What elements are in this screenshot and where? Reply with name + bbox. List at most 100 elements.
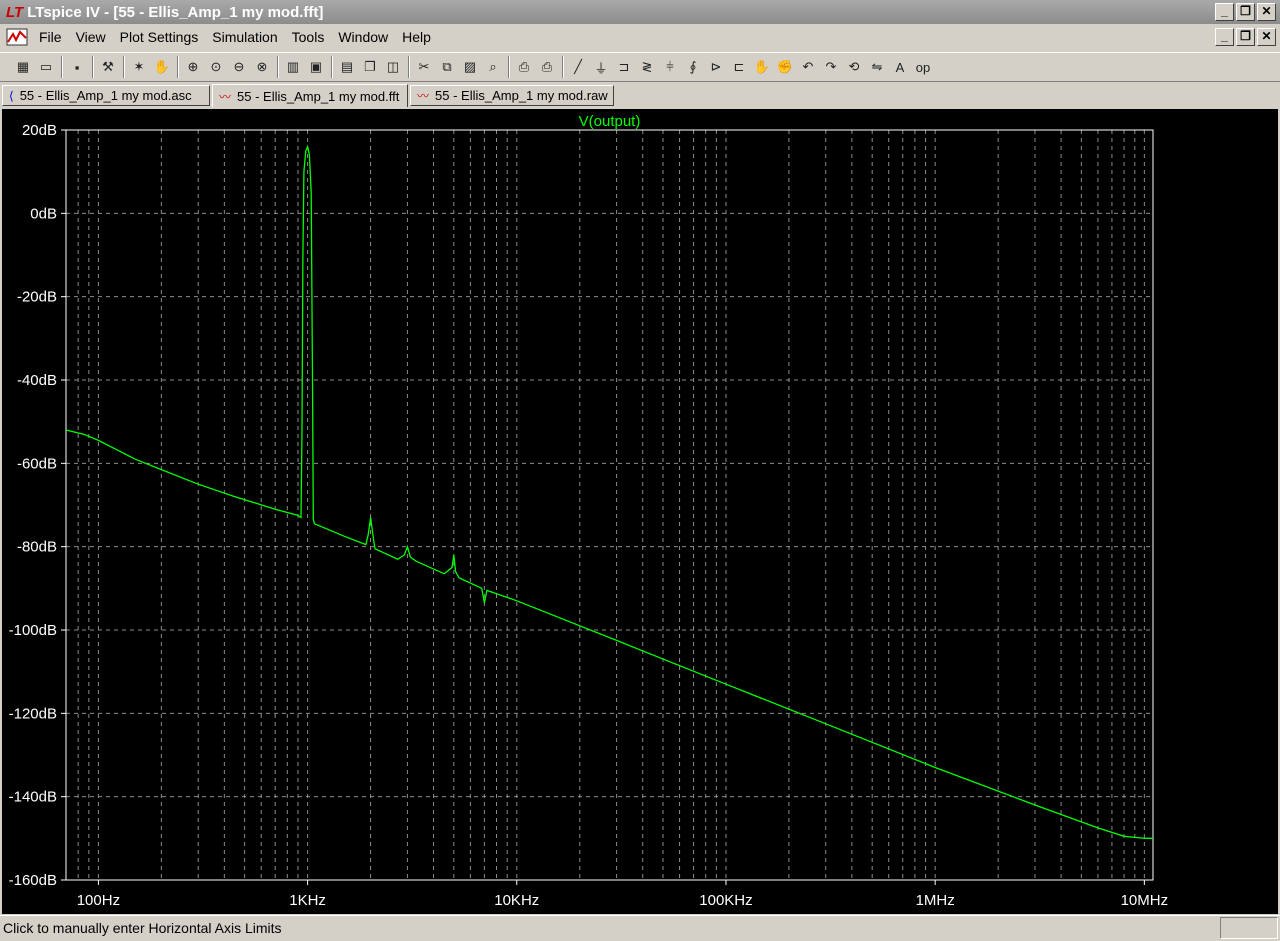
halt-icon[interactable]: ✋ bbox=[151, 56, 173, 78]
inductor-icon[interactable]: ∮ bbox=[682, 56, 704, 78]
waveform-icon: 〰 bbox=[417, 89, 430, 103]
zoom-in-icon[interactable]: ⊕ bbox=[182, 56, 204, 78]
status-panel bbox=[1220, 917, 1278, 939]
document-controls: _ ❐ ✕ bbox=[1215, 28, 1276, 46]
diode-icon[interactable]: ⊳ bbox=[705, 56, 727, 78]
drag-icon[interactable]: ✊ bbox=[774, 56, 796, 78]
y-tick-label: 0dB bbox=[30, 205, 57, 222]
menu-view[interactable]: View bbox=[69, 29, 113, 45]
new-schematic-icon[interactable]: ▦ bbox=[12, 56, 34, 78]
x-tick-label: 1KHz bbox=[289, 892, 326, 909]
tab-asc-label: 55 - Ellis_Amp_1 my mod.asc bbox=[19, 88, 192, 103]
save-icon[interactable]: ▪ bbox=[66, 56, 88, 78]
text-icon[interactable]: A bbox=[889, 56, 911, 78]
cascade-icon[interactable]: ❐ bbox=[359, 56, 381, 78]
x-tick-label: 100Hz bbox=[77, 892, 120, 909]
cut-icon[interactable]: ✂ bbox=[413, 56, 435, 78]
open-icon[interactable]: ▭ bbox=[35, 56, 57, 78]
tab-raw[interactable]: 〰 55 - Ellis_Amp_1 my mod.raw bbox=[410, 85, 614, 106]
tab-fft[interactable]: 〰 55 - Ellis_Amp_1 my mod.fft bbox=[212, 84, 408, 107]
find-icon[interactable]: ⌕ bbox=[482, 56, 504, 78]
toolbar-separator bbox=[331, 56, 333, 78]
y-tick-label: -100dB bbox=[9, 622, 57, 639]
move-icon[interactable]: ✋ bbox=[751, 56, 773, 78]
zoom-cancel-icon[interactable]: ⊗ bbox=[251, 56, 273, 78]
resistor-icon[interactable]: ≷ bbox=[636, 56, 658, 78]
y-tick-label: -40dB bbox=[17, 372, 57, 389]
status-bar: Click to manually enter Horizontal Axis … bbox=[0, 915, 1280, 941]
toolbar-separator bbox=[277, 56, 279, 78]
y-tick-label: -120dB bbox=[9, 705, 57, 722]
ground-icon[interactable]: ⏚ bbox=[590, 56, 612, 78]
waveform-doc-icon[interactable] bbox=[6, 28, 28, 46]
toolbar-separator bbox=[123, 56, 125, 78]
grid-icon[interactable]: ▣ bbox=[305, 56, 327, 78]
x-tick-label: 10MHz bbox=[1121, 892, 1169, 909]
capacitor-icon[interactable]: ⫩ bbox=[659, 56, 681, 78]
zoom-area-icon[interactable]: ⊙ bbox=[205, 56, 227, 78]
label-icon[interactable]: ⊐ bbox=[613, 56, 635, 78]
toolbar-separator bbox=[562, 56, 564, 78]
ltspice-logo-icon: LT bbox=[6, 3, 24, 21]
menu-plot-settings[interactable]: Plot Settings bbox=[113, 29, 206, 45]
doc-minimize-button[interactable]: _ bbox=[1215, 28, 1234, 46]
wire-icon[interactable]: ╱ bbox=[567, 56, 589, 78]
toolbar: ▦ ▭ ▪ ⚒ ✶ ✋ ⊕ ⊙ ⊖ ⊗ ▥ ▣ ▤ ❐ ◫ ✂ ⧉ ▨ ⌕ ⎙ ⎙ ╱ ⏚ ⊐ ≷ ⫩ ∮ ⊳ ⊏ ✋ ✊ ↶ ↷ ⟲ ⇋ Aop bbox=[0, 52, 1280, 82]
y-tick-label: -160dB bbox=[9, 872, 57, 889]
toolbar-separator bbox=[177, 56, 179, 78]
document-tabs: ⟨ 55 - Ellis_Amp_1 my mod.asc 〰 55 - Ell… bbox=[0, 84, 1280, 108]
autorange-icon[interactable]: ▥ bbox=[282, 56, 304, 78]
schematic-icon: ⟨ bbox=[9, 88, 14, 103]
tile-vertical-icon[interactable]: ◫ bbox=[382, 56, 404, 78]
y-tick-label: -20dB bbox=[17, 289, 57, 306]
copy-icon[interactable]: ⧉ bbox=[436, 56, 458, 78]
tile-horizontal-icon[interactable]: ▤ bbox=[336, 56, 358, 78]
menu-tools[interactable]: Tools bbox=[285, 29, 332, 45]
waveform-viewer[interactable]: 20dB 0dB -20dB -40dB -60dB -80dB -100dB -120dB -… bbox=[2, 109, 1278, 914]
component-icon[interactable]: ⊏ bbox=[728, 56, 750, 78]
x-tick-label: 1MHz bbox=[916, 892, 955, 909]
menu-help[interactable]: Help bbox=[395, 29, 438, 45]
tab-raw-label: 55 - Ellis_Amp_1 my mod.raw bbox=[435, 88, 608, 103]
print-icon[interactable]: ⎙ bbox=[536, 56, 558, 78]
y-tick-label: -80dB bbox=[17, 539, 57, 556]
toolbar-separator bbox=[508, 56, 510, 78]
mirror-icon[interactable]: ⇋ bbox=[866, 56, 888, 78]
close-button[interactable]: ✕ bbox=[1257, 3, 1276, 21]
y-tick-label: -60dB bbox=[17, 455, 57, 472]
zoom-out-icon[interactable]: ⊖ bbox=[228, 56, 250, 78]
window-title: LTspice IV - [55 - Ellis_Amp_1 my mod.ff… bbox=[27, 3, 324, 21]
run-icon[interactable]: ✶ bbox=[128, 56, 150, 78]
undo-icon[interactable]: ↶ bbox=[797, 56, 819, 78]
doc-restore-button[interactable]: ❐ bbox=[1236, 28, 1255, 46]
x-tick-label: 10KHz bbox=[494, 892, 539, 909]
trace-v-output bbox=[65, 144, 1153, 839]
trace-title: V(output) bbox=[579, 113, 641, 130]
minimize-button[interactable]: _ bbox=[1215, 3, 1234, 21]
y-tick-label: -140dB bbox=[9, 789, 57, 806]
toolbar-separator bbox=[61, 56, 63, 78]
control-panel-icon[interactable]: ⚒ bbox=[97, 56, 119, 78]
title-bar: LT LTspice IV - [55 - Ellis_Amp_1 my mod… bbox=[0, 0, 1280, 24]
toolbar-separator bbox=[92, 56, 94, 78]
waveform-icon: 〰 bbox=[219, 89, 232, 104]
fft-plot[interactable]: 20dB 0dB -20dB -40dB -60dB -80dB -100dB -120dB -… bbox=[2, 109, 1278, 914]
menu-file[interactable]: File bbox=[32, 29, 69, 45]
toolbar-separator bbox=[408, 56, 410, 78]
y-tick-label: 20dB bbox=[22, 122, 57, 139]
window-controls: _ ❐ ✕ bbox=[1215, 3, 1276, 21]
menu-simulation[interactable]: Simulation bbox=[205, 29, 284, 45]
redo-icon[interactable]: ↷ bbox=[820, 56, 842, 78]
print-preview-icon[interactable]: ⎙ bbox=[513, 56, 535, 78]
paste-icon[interactable]: ▨ bbox=[459, 56, 481, 78]
tab-asc[interactable]: ⟨ 55 - Ellis_Amp_1 my mod.asc bbox=[2, 85, 210, 106]
x-tick-label: 100KHz bbox=[699, 892, 752, 909]
rotate-icon[interactable]: ⟲ bbox=[843, 56, 865, 78]
menu-window[interactable]: Window bbox=[331, 29, 395, 45]
doc-close-button[interactable]: ✕ bbox=[1257, 28, 1276, 46]
tab-fft-label: 55 - Ellis_Amp_1 my mod.fft bbox=[237, 88, 400, 104]
restore-button[interactable]: ❐ bbox=[1236, 3, 1255, 21]
status-message: Click to manually enter Horizontal Axis … bbox=[3, 920, 282, 936]
plot-frame bbox=[65, 129, 1154, 881]
spice-directive-icon[interactable]: op bbox=[912, 56, 934, 78]
